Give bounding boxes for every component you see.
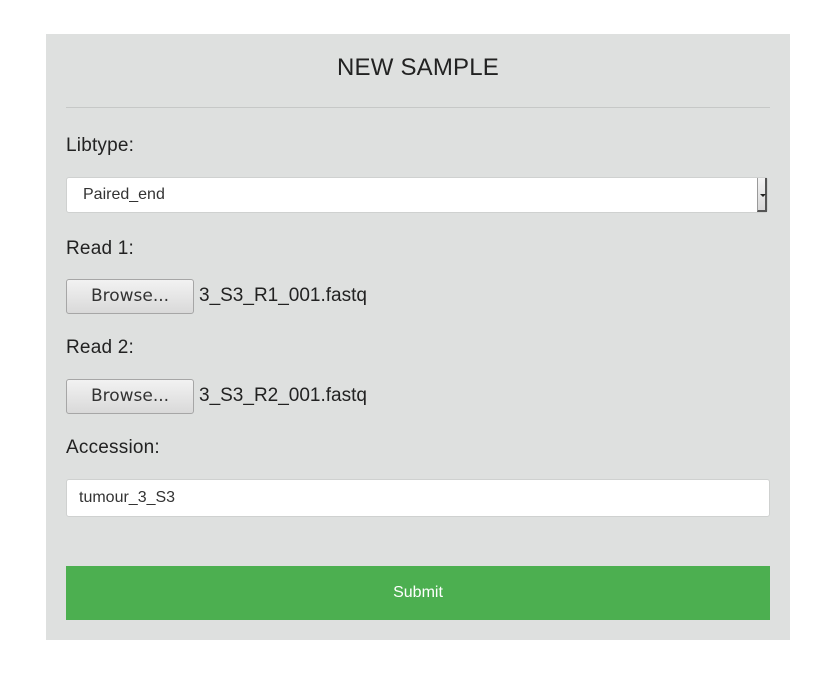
read2-filename: 3_S3_R2_001.fastq <box>199 385 367 406</box>
read1-label: Read 1: <box>66 238 134 259</box>
chevron-down-icon[interactable] <box>757 178 767 212</box>
title-divider <box>66 107 770 108</box>
accession-label: Accession: <box>66 437 160 458</box>
accession-input[interactable] <box>66 479 770 517</box>
read2-browse-button[interactable]: Browse... <box>66 379 194 414</box>
read2-label: Read 2: <box>66 337 134 358</box>
libtype-select[interactable]: Paired_end <box>66 177 768 213</box>
libtype-selected-value: Paired_end <box>83 186 165 203</box>
form-title: NEW SAMPLE <box>336 54 500 81</box>
new-sample-form: NEW SAMPLE Libtype: Paired_end Read 1: B… <box>46 34 790 640</box>
submit-button[interactable]: Submit <box>66 566 770 620</box>
read1-browse-button[interactable]: Browse... <box>66 279 194 314</box>
libtype-label: Libtype: <box>66 135 135 156</box>
read1-filename: 3_S3_R1_001.fastq <box>199 285 367 306</box>
